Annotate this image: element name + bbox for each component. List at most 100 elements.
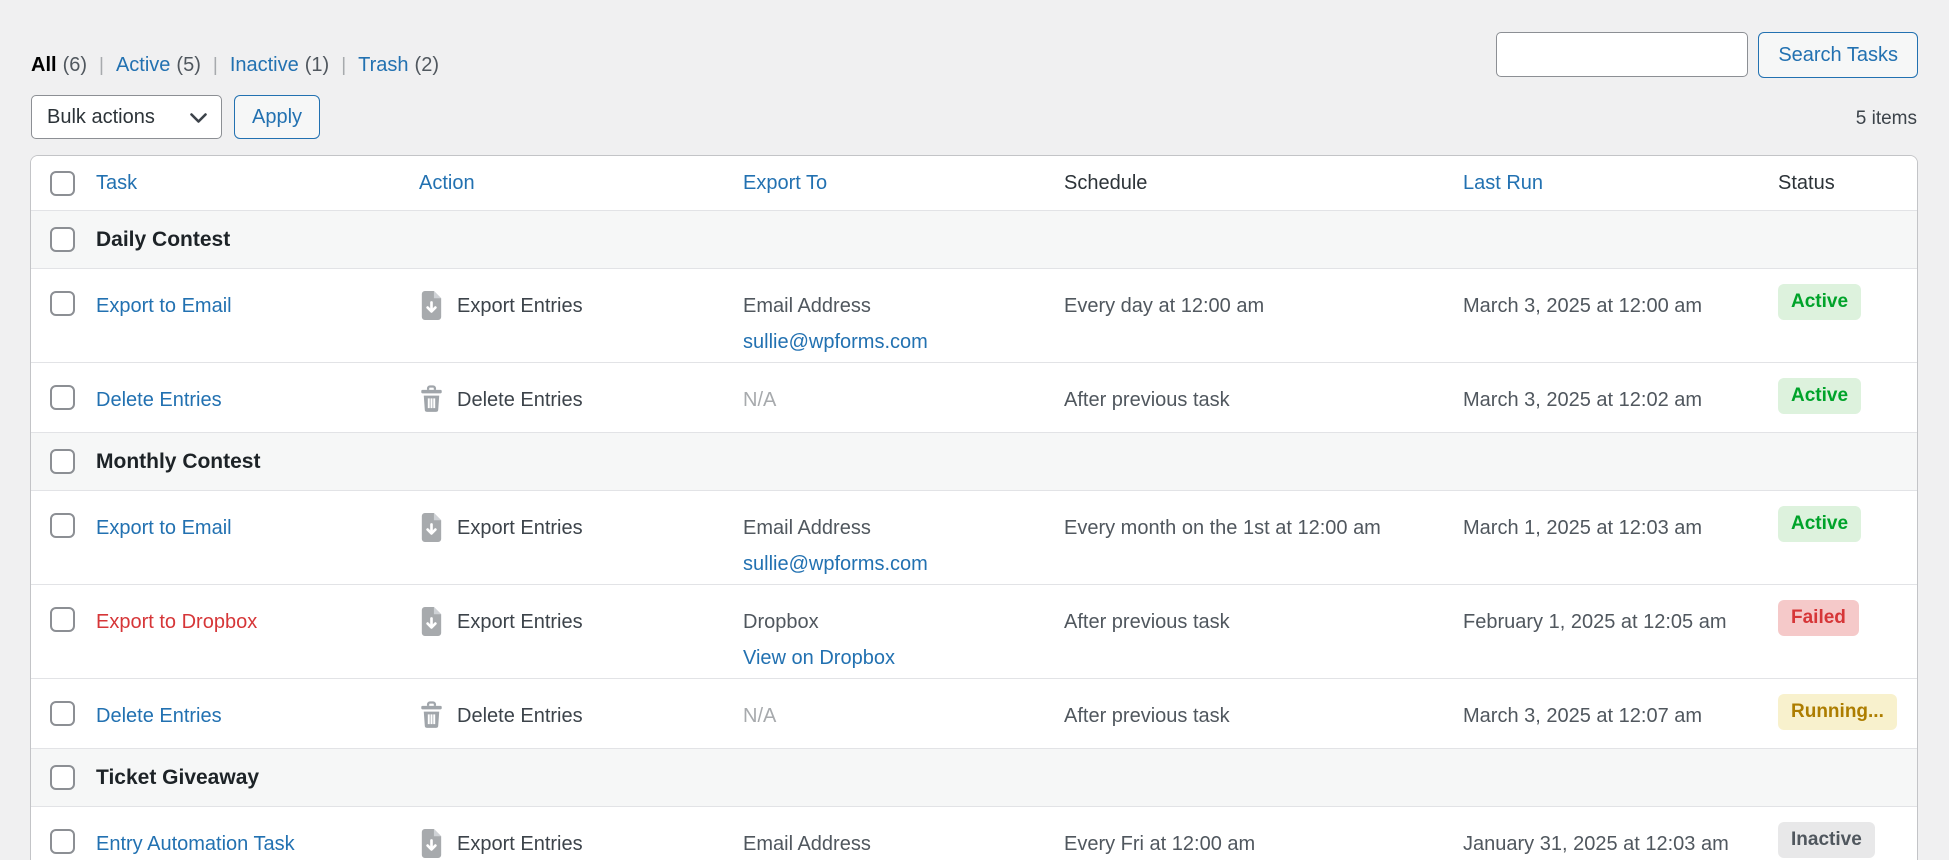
last-run-cell: February 1, 2025 at 12:05 am bbox=[1463, 585, 1778, 678]
group-header-row: Daily Contest bbox=[31, 210, 1917, 268]
status-badge: Active bbox=[1778, 378, 1861, 414]
column-header-status: Status bbox=[1778, 171, 1917, 195]
status-badge: Active bbox=[1778, 506, 1861, 542]
column-header-label: Schedule bbox=[1064, 172, 1147, 194]
filter-item-all: All(6) bbox=[31, 54, 87, 77]
row-checkbox[interactable] bbox=[50, 607, 75, 632]
last-run-cell: March 1, 2025 at 12:03 am bbox=[1463, 491, 1778, 584]
tasks-table: Task Action Export To Schedule Last Run Statu… bbox=[30, 155, 1918, 860]
status-filter-links: All(6)|Active(5)|Inactive(1)|Trash(2) bbox=[31, 54, 439, 77]
filter-link-all[interactable]: All bbox=[31, 54, 57, 77]
last-run-text: February 1, 2025 at 12:05 am bbox=[1463, 611, 1727, 633]
select-all-checkbox[interactable] bbox=[50, 171, 75, 196]
export-to-link[interactable]: sullie@wpforms.com bbox=[743, 331, 928, 353]
action-label: Delete Entries bbox=[457, 388, 583, 412]
table-header-row: Task Action Export To Schedule Last Run Statu… bbox=[31, 156, 1917, 210]
group-title: Daily Contest bbox=[96, 228, 230, 251]
export-to-secondary-line: sullie@wpforms.com bbox=[743, 552, 1064, 576]
task-name-link[interactable]: Delete Entries bbox=[96, 705, 222, 727]
search-input[interactable] bbox=[1496, 32, 1748, 77]
bulk-actions-bar: Bulk actions Apply bbox=[31, 95, 320, 139]
status-badge: Failed bbox=[1778, 600, 1859, 636]
task-name-link[interactable]: Delete Entries bbox=[96, 389, 222, 411]
column-header-schedule: Schedule bbox=[1064, 171, 1463, 195]
action-label: Export Entries bbox=[457, 294, 583, 318]
search-tasks-button[interactable]: Search Tasks bbox=[1758, 32, 1918, 78]
column-header-label[interactable]: Action bbox=[419, 172, 475, 194]
last-run-text: January 31, 2025 at 12:03 am bbox=[1463, 833, 1729, 855]
export-to-cell: Email Addresssullie@wpforms.com bbox=[743, 269, 1064, 362]
task-name-cell: Delete Entries bbox=[96, 679, 419, 748]
apply-button[interactable]: Apply bbox=[234, 95, 320, 139]
group-checkbox[interactable] bbox=[50, 449, 75, 474]
last-run-text: March 3, 2025 at 12:00 am bbox=[1463, 295, 1702, 317]
group-title-cell: Ticket Giveaway bbox=[96, 766, 1917, 790]
task-name-link[interactable]: Export to Email bbox=[96, 517, 232, 539]
export-to-link[interactable]: sullie@wpforms.com bbox=[743, 553, 928, 575]
filter-item-active: Active(5) bbox=[116, 54, 201, 77]
group-checkbox-cell bbox=[31, 227, 96, 252]
status-cell: Active bbox=[1778, 491, 1917, 584]
filter-item-inactive: Inactive(1) bbox=[230, 54, 329, 77]
last-run-text: March 3, 2025 at 12:02 am bbox=[1463, 389, 1702, 411]
row-checkbox[interactable] bbox=[50, 291, 75, 316]
action-cell: Delete Entries bbox=[419, 363, 743, 432]
filter-item-trash: Trash (2) bbox=[358, 54, 439, 77]
schedule-text: After previous task bbox=[1064, 389, 1230, 411]
schedule-text: After previous task bbox=[1064, 611, 1230, 633]
trash-icon bbox=[419, 385, 444, 419]
column-header-last-run: Last Run bbox=[1463, 171, 1778, 195]
task-row: Export to Email Export Entries Email Addre… bbox=[31, 490, 1917, 584]
items-count: 5 items bbox=[1856, 108, 1917, 130]
group-checkbox[interactable] bbox=[50, 227, 75, 252]
schedule-text: Every Fri at 12:00 am bbox=[1064, 833, 1255, 855]
task-name-cell: Export to Email bbox=[96, 491, 419, 584]
column-header-label[interactable]: Export To bbox=[743, 172, 827, 194]
schedule-cell: Every Fri at 12:00 am bbox=[1064, 807, 1463, 860]
column-header-label[interactable]: Last Run bbox=[1463, 172, 1543, 194]
export-to-secondary-line: View on Dropbox bbox=[743, 646, 1064, 670]
group-header-row: Ticket Giveaway bbox=[31, 748, 1917, 806]
export-to-cell: DropboxView on Dropbox bbox=[743, 585, 1064, 678]
group-checkbox[interactable] bbox=[50, 765, 75, 790]
bulk-actions-select[interactable]: Bulk actions bbox=[31, 95, 222, 139]
export-to-primary: N/A bbox=[743, 388, 1064, 412]
task-name-link[interactable]: Entry Automation Task bbox=[96, 833, 295, 855]
status-cell: Inactive bbox=[1778, 807, 1917, 860]
row-checkbox[interactable] bbox=[50, 829, 75, 854]
column-header-label[interactable]: Task bbox=[96, 172, 137, 194]
last-run-cell: March 3, 2025 at 12:02 am bbox=[1463, 363, 1778, 432]
status-cell: Running... bbox=[1778, 679, 1917, 748]
filter-link-inactive[interactable]: Inactive bbox=[230, 54, 299, 77]
status-cell: Active bbox=[1778, 363, 1917, 432]
status-cell: Active bbox=[1778, 269, 1917, 362]
schedule-text: Every month on the 1st at 12:00 am bbox=[1064, 517, 1381, 539]
export-to-primary: Email Address bbox=[743, 516, 1064, 540]
row-checkbox[interactable] bbox=[50, 701, 75, 726]
task-name-link[interactable]: Export to Dropbox bbox=[96, 611, 257, 633]
row-checkbox-cell bbox=[31, 807, 96, 860]
action-label: Export Entries bbox=[457, 610, 583, 634]
task-name-link[interactable]: Export to Email bbox=[96, 295, 232, 317]
group-checkbox-cell bbox=[31, 765, 96, 790]
export-to-cell: Email Address bbox=[743, 807, 1064, 860]
task-row: Delete Entries Delete Entries N/AAfter pre… bbox=[31, 362, 1917, 432]
tasks-page: All(6)|Active(5)|Inactive(1)|Trash(2) Se… bbox=[0, 0, 1949, 860]
last-run-text: March 1, 2025 at 12:03 am bbox=[1463, 517, 1702, 539]
row-checkbox-cell bbox=[31, 679, 96, 748]
action-label: Export Entries bbox=[457, 516, 583, 540]
schedule-cell: After previous task bbox=[1064, 363, 1463, 432]
last-run-text: March 3, 2025 at 12:07 am bbox=[1463, 705, 1702, 727]
row-checkbox[interactable] bbox=[50, 513, 75, 538]
row-checkbox[interactable] bbox=[50, 385, 75, 410]
task-row: Export to Email Export Entries Email Addre… bbox=[31, 268, 1917, 362]
group-header-row: Monthly Contest bbox=[31, 432, 1917, 490]
chevron-down-icon bbox=[190, 107, 207, 130]
action-cell: Export Entries bbox=[419, 807, 743, 860]
export-to-link[interactable]: View on Dropbox bbox=[743, 647, 895, 669]
action-cell: Export Entries bbox=[419, 491, 743, 584]
action-label: Export Entries bbox=[457, 832, 583, 856]
filter-link-trash[interactable]: Trash bbox=[358, 54, 408, 77]
filter-link-active[interactable]: Active bbox=[116, 54, 170, 77]
filter-count: (2) bbox=[415, 54, 439, 77]
